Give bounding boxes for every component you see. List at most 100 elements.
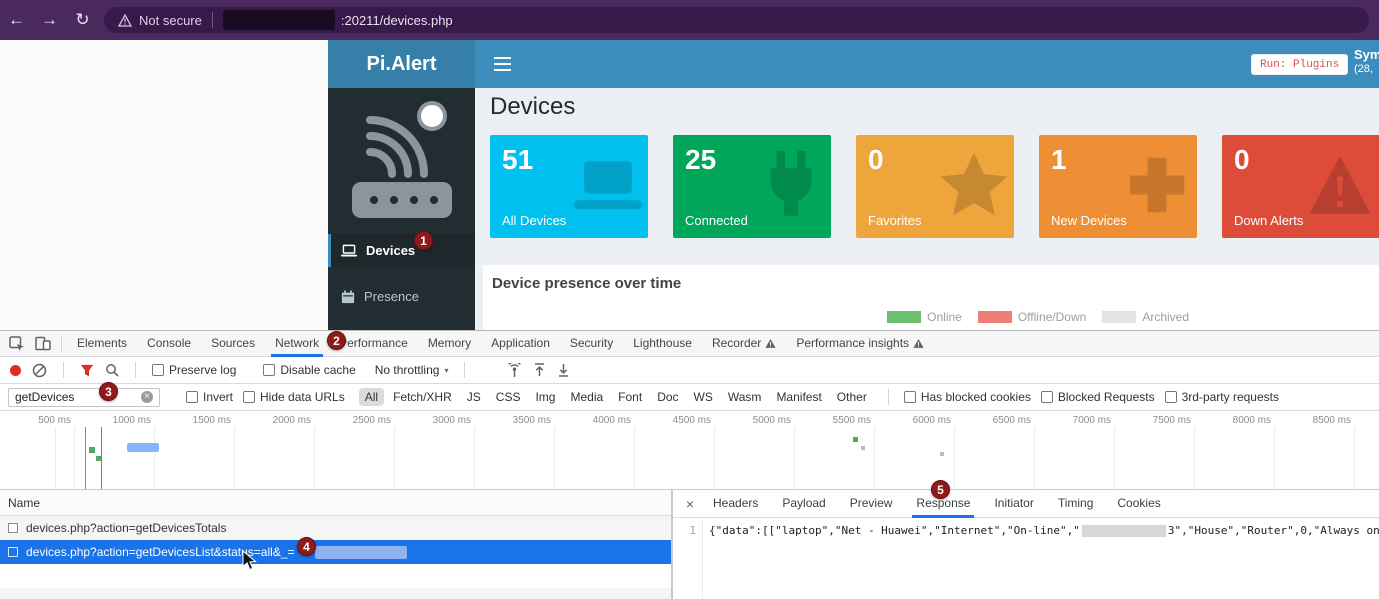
divider bbox=[464, 362, 465, 378]
app-logo[interactable]: Pi.Alert bbox=[328, 40, 475, 88]
tab-timing[interactable]: Timing bbox=[1046, 490, 1106, 518]
network-overview-timeline[interactable]: 500 ms 1000 ms 1500 ms 2000 ms 2500 ms 3… bbox=[0, 411, 1379, 490]
filter-chip-all[interactable]: All bbox=[359, 388, 384, 406]
device-toolbar-icon[interactable] bbox=[30, 336, 56, 351]
laptop-icon bbox=[574, 151, 642, 219]
search-icon[interactable] bbox=[105, 363, 119, 377]
filter-chip-css[interactable]: CSS bbox=[490, 388, 527, 406]
close-icon[interactable]: × bbox=[679, 496, 701, 512]
import-har-icon[interactable] bbox=[533, 363, 546, 377]
export-har-icon[interactable] bbox=[557, 363, 570, 377]
network-conditions-icon[interactable] bbox=[507, 363, 522, 378]
star-icon bbox=[940, 151, 1008, 219]
record-icon[interactable] bbox=[10, 365, 21, 376]
checkbox-icon bbox=[152, 364, 164, 376]
resource-icon bbox=[8, 523, 18, 533]
filter-chip-wasm[interactable]: Wasm bbox=[722, 388, 768, 406]
sidebar-item-presence[interactable]: Presence bbox=[328, 280, 475, 313]
request-name: devices.php?action=getDevicesTotals bbox=[26, 521, 226, 535]
filter-chip-doc[interactable]: Doc bbox=[651, 388, 684, 406]
filter-chip-other[interactable]: Other bbox=[831, 388, 873, 406]
pialert-logo-image bbox=[340, 94, 464, 234]
hide-data-urls-checkbox[interactable]: Hide data URLs bbox=[243, 390, 345, 404]
back-icon[interactable]: ← bbox=[0, 10, 33, 30]
checkbox-label: Preserve log bbox=[169, 363, 236, 377]
tab-recorder[interactable]: Recorder bbox=[702, 331, 786, 357]
stat-card-down-alerts[interactable]: 0 Down Alerts bbox=[1222, 135, 1379, 238]
disable-cache-checkbox[interactable]: Disable cache bbox=[263, 363, 355, 377]
timeline-tick-label: 2500 ms bbox=[329, 415, 391, 426]
tab-performance-insights[interactable]: Performance insights bbox=[786, 331, 934, 357]
warning-icon bbox=[118, 14, 132, 27]
tab-preview[interactable]: Preview bbox=[838, 490, 905, 518]
legend-item: Archived bbox=[1102, 310, 1189, 324]
divider bbox=[63, 362, 64, 378]
timeline-tick-label: 8000 ms bbox=[1209, 415, 1271, 426]
filter-input-wrap: × bbox=[8, 388, 160, 407]
activity-mark bbox=[861, 446, 865, 450]
address-bar[interactable]: Not secure :20211/devices.php bbox=[104, 7, 1369, 33]
has-blocked-cookies-checkbox[interactable]: Has blocked cookies bbox=[904, 390, 1031, 404]
filter-chip-ws[interactable]: WS bbox=[688, 388, 719, 406]
checkbox-label: 3rd-party requests bbox=[1182, 390, 1279, 404]
throttling-select[interactable]: No throttling▾ bbox=[375, 363, 449, 377]
tab-security[interactable]: Security bbox=[560, 331, 623, 357]
stat-card-all-devices[interactable]: 51 All Devices bbox=[490, 135, 648, 238]
stat-card-favorites[interactable]: 0 Favorites bbox=[856, 135, 1014, 238]
filter-icon[interactable] bbox=[80, 364, 94, 377]
tab-sources[interactable]: Sources bbox=[201, 331, 265, 357]
forward-icon[interactable]: → bbox=[33, 10, 66, 30]
inspect-element-icon[interactable] bbox=[4, 336, 30, 352]
account-detail: (28, bbox=[1354, 63, 1379, 77]
request-row[interactable]: devices.php?action=getDevicesTotals bbox=[0, 516, 671, 540]
tab-headers[interactable]: Headers bbox=[701, 490, 770, 518]
timeline-tick-label: 7000 ms bbox=[1049, 415, 1111, 426]
security-label: Not secure bbox=[139, 13, 202, 28]
column-header-name[interactable]: Name bbox=[0, 490, 671, 516]
filter-chip-img[interactable]: Img bbox=[529, 388, 561, 406]
tab-cookies[interactable]: Cookies bbox=[1105, 490, 1172, 518]
redacted-query bbox=[315, 546, 407, 559]
stat-card-new-devices[interactable]: 1 New Devices bbox=[1039, 135, 1197, 238]
filter-chip-manifest[interactable]: Manifest bbox=[770, 388, 827, 406]
tab-network[interactable]: Network bbox=[265, 331, 329, 357]
resource-icon bbox=[8, 547, 18, 557]
checkbox-icon bbox=[243, 391, 255, 403]
reload-icon[interactable]: ↻ bbox=[66, 10, 99, 30]
timeline-tick-label: 4500 ms bbox=[649, 415, 711, 426]
filter-chip-js[interactable]: JS bbox=[461, 388, 487, 406]
tab-payload[interactable]: Payload bbox=[770, 490, 837, 518]
legend-item: Offline/Down bbox=[978, 310, 1086, 324]
preserve-log-checkbox[interactable]: Preserve log bbox=[152, 363, 236, 377]
page-title: Devices bbox=[490, 93, 575, 121]
sidebar-item-devices[interactable]: Devices bbox=[328, 234, 475, 267]
account-info[interactable]: Sym (28, bbox=[1354, 47, 1379, 77]
stat-card-connected[interactable]: 25 Connected bbox=[673, 135, 831, 238]
tab-application[interactable]: Application bbox=[481, 331, 560, 357]
timeline-tick-label: 1000 ms bbox=[89, 415, 151, 426]
request-row-selected[interactable]: devices.php?action=getDevicesList&status… bbox=[0, 540, 671, 564]
clear-icon[interactable] bbox=[32, 363, 47, 378]
filter-chip-font[interactable]: Font bbox=[612, 388, 648, 406]
run-plugins-button[interactable]: Run: Plugins bbox=[1251, 54, 1348, 75]
tab-label: Performance insights bbox=[796, 331, 909, 356]
filter-chip-media[interactable]: Media bbox=[564, 388, 609, 406]
tab-lighthouse[interactable]: Lighthouse bbox=[623, 331, 702, 357]
tab-memory[interactable]: Memory bbox=[418, 331, 481, 357]
tab-elements[interactable]: Elements bbox=[67, 331, 137, 357]
tab-console[interactable]: Console bbox=[137, 331, 201, 357]
screenshot-root: ← → ↻ Not secure :20211/devices.php Pi.A… bbox=[0, 0, 1379, 599]
tab-initiator[interactable]: Initiator bbox=[982, 490, 1045, 518]
devtools-tabbar: Elements Console Sources Network Perform… bbox=[0, 331, 1379, 357]
filter-chip-fetch-xhr[interactable]: Fetch/XHR bbox=[387, 388, 458, 406]
timeline-tick-label: 8500 ms bbox=[1289, 415, 1351, 426]
invert-checkbox[interactable]: Invert bbox=[186, 390, 233, 404]
chevron-down-icon: ▾ bbox=[444, 366, 448, 375]
blocked-requests-checkbox[interactable]: Blocked Requests bbox=[1041, 390, 1155, 404]
response-content[interactable]: {"data":[["laptop","Net - Huawei","Inter… bbox=[703, 518, 1379, 599]
clear-filter-icon[interactable]: × bbox=[141, 391, 153, 403]
menu-icon[interactable] bbox=[494, 57, 511, 71]
checkbox-label: Disable cache bbox=[280, 363, 355, 377]
third-party-requests-checkbox[interactable]: 3rd-party requests bbox=[1165, 390, 1279, 404]
legend-swatch bbox=[978, 311, 1012, 323]
